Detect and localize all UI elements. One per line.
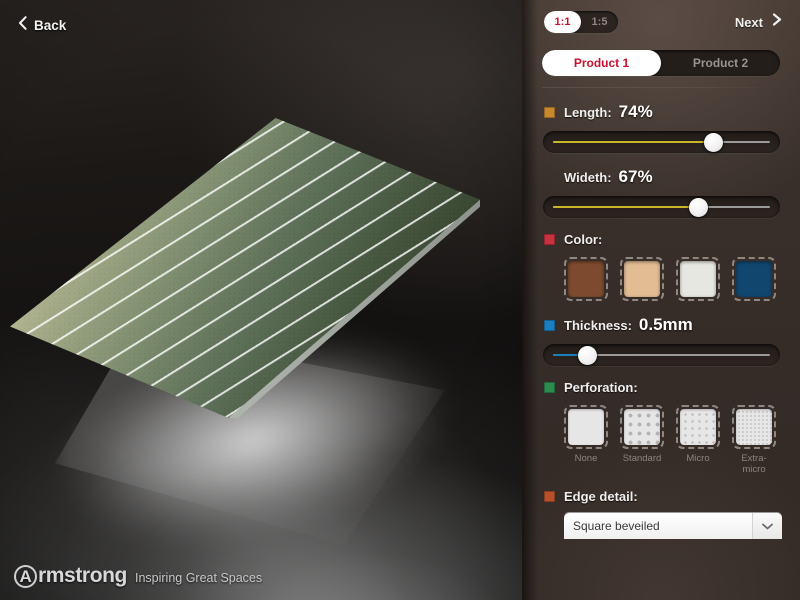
control-thickness: Thickness: 0.5mm: [542, 301, 780, 366]
length-bullet-icon: [544, 106, 555, 118]
thickness-slider[interactable]: [543, 344, 780, 366]
tab-product-2[interactable]: Product 2: [661, 50, 780, 76]
length-label: Length:: [564, 105, 612, 120]
armstrong-logo: Armstrong Inspiring Great Spaces: [14, 564, 262, 588]
ceiling-panel-3d[interactable]: [10, 118, 480, 418]
perforation-pattern-extra-micro: [736, 409, 772, 445]
width-title: Wideth: 67%: [564, 167, 653, 187]
perforation-option-extra-micro[interactable]: Extra-micro: [732, 405, 776, 475]
perforation-caption-none: None: [574, 453, 598, 464]
color-swatch-off-white-fill: [680, 261, 716, 297]
width-label: Wideth:: [564, 170, 612, 185]
width-slider-fill: [553, 206, 699, 208]
tab-product-1[interactable]: Product 1: [542, 50, 661, 76]
scale-option-1-1[interactable]: 1:1: [544, 11, 581, 33]
scale-toggle[interactable]: 1:1 1:5: [544, 11, 618, 33]
perforation-option-row: None Standard Micro Extra-micro: [564, 405, 780, 475]
width-slider-track[interactable]: [553, 197, 770, 217]
chevron-left-icon: [18, 16, 27, 35]
edge-detail-selected-value: Square beveiled: [573, 519, 660, 533]
perforation-caption-micro: Micro: [686, 453, 710, 464]
color-swatch-off-white[interactable]: [676, 257, 720, 301]
edge-detail-header: Edge detail:: [542, 489, 780, 504]
configurator-app: Back Armstrong Inspiring Great Spaces 1:…: [0, 0, 800, 600]
color-swatch-tan-fill: [624, 261, 660, 297]
controls-list: Length: 74% Wideth: 67% Color: Thickness…: [522, 88, 800, 539]
thickness-label: Thickness:: [564, 318, 632, 333]
color-bullet-icon: [544, 234, 555, 245]
product-tabs-container: Product 1 Product 2: [522, 44, 800, 88]
perforation-tile-extra-micro: [732, 405, 776, 449]
control-perforation: Perforation: None Standard Micro Extra-m…: [542, 366, 780, 475]
brand-name-text: rmstrong: [38, 564, 127, 587]
chevron-down-icon[interactable]: [752, 513, 782, 539]
thickness-title: Thickness: 0.5mm: [564, 315, 693, 335]
perforation-caption-extra-micro: Extra-micro: [741, 453, 767, 475]
length-value: 74%: [618, 102, 653, 121]
color-swatch-tan[interactable]: [620, 257, 664, 301]
width-header: Wideth: 67%: [542, 167, 780, 187]
color-label: Color:: [564, 232, 603, 247]
perforation-label: Perforation:: [564, 380, 638, 395]
thickness-slider-track[interactable]: [553, 345, 770, 365]
chevron-right-icon: [772, 13, 782, 31]
control-width: Wideth: 67%: [542, 153, 780, 218]
edge-detail-select[interactable]: Square beveiled: [564, 513, 782, 539]
edge-detail-label: Edge detail:: [564, 489, 638, 504]
product-tabs[interactable]: Product 1 Product 2: [542, 50, 780, 76]
perforation-tile-standard: [620, 405, 664, 449]
length-slider[interactable]: [543, 131, 780, 153]
control-edge-detail: Edge detail: Square beveiled: [542, 475, 782, 539]
edge-detail-bullet-icon: [544, 491, 555, 502]
perforation-bullet-icon: [544, 382, 555, 393]
color-swatch-dark-blue-fill: [736, 261, 772, 297]
width-slider-handle[interactable]: [688, 197, 708, 217]
thickness-bullet-icon: [544, 319, 555, 331]
thickness-value: 0.5mm: [638, 315, 693, 334]
length-slider-track[interactable]: [553, 132, 770, 152]
perforation-tile-none: [564, 405, 608, 449]
color-header: Color:: [542, 232, 780, 247]
perforation-pattern-standard: [624, 409, 660, 445]
thickness-slider-handle[interactable]: [578, 345, 598, 365]
perforation-caption-standard: Standard: [622, 453, 662, 464]
control-color: Color:: [542, 218, 780, 301]
perforation-pattern-micro: [680, 409, 716, 445]
control-length: Length: 74%: [542, 88, 780, 153]
color-swatch-dark-blue[interactable]: [732, 257, 776, 301]
perforation-tile-micro: [676, 405, 720, 449]
perforation-option-standard[interactable]: Standard: [620, 405, 664, 475]
length-slider-handle[interactable]: [704, 132, 724, 152]
sidebar-topbar: 1:1 1:5 Next: [522, 0, 800, 44]
length-title: Length: 74%: [564, 102, 653, 122]
next-button[interactable]: Next: [733, 10, 784, 34]
length-slider-fill: [553, 141, 714, 143]
configurator-sidebar: 1:1 1:5 Next Product 1 Product 2 Length:…: [522, 0, 800, 600]
color-swatch-row: [564, 257, 780, 301]
perforation-header: Perforation:: [542, 380, 780, 395]
perforation-option-none[interactable]: None: [564, 405, 608, 475]
scale-option-1-5[interactable]: 1:5: [581, 11, 618, 33]
length-header: Length: 74%: [542, 102, 780, 122]
brand-tagline: Inspiring Great Spaces: [134, 570, 263, 585]
color-swatch-brown[interactable]: [564, 257, 608, 301]
sidebar-edge-shadow: [522, 0, 538, 600]
width-value: 67%: [618, 167, 653, 186]
width-slider[interactable]: [543, 196, 780, 218]
back-button[interactable]: Back: [10, 12, 74, 39]
brand-circle-a-icon: A: [14, 564, 37, 588]
thickness-header: Thickness: 0.5mm: [542, 315, 780, 335]
color-swatch-brown-fill: [568, 261, 604, 297]
brand-wordmark: Armstrong: [14, 564, 127, 588]
perforation-pattern-none: [568, 409, 604, 445]
back-button-label: Back: [34, 18, 67, 33]
next-button-label: Next: [734, 14, 763, 30]
perforation-option-micro[interactable]: Micro: [676, 405, 720, 475]
product-viewport[interactable]: Back Armstrong Inspiring Great Spaces: [0, 0, 522, 600]
